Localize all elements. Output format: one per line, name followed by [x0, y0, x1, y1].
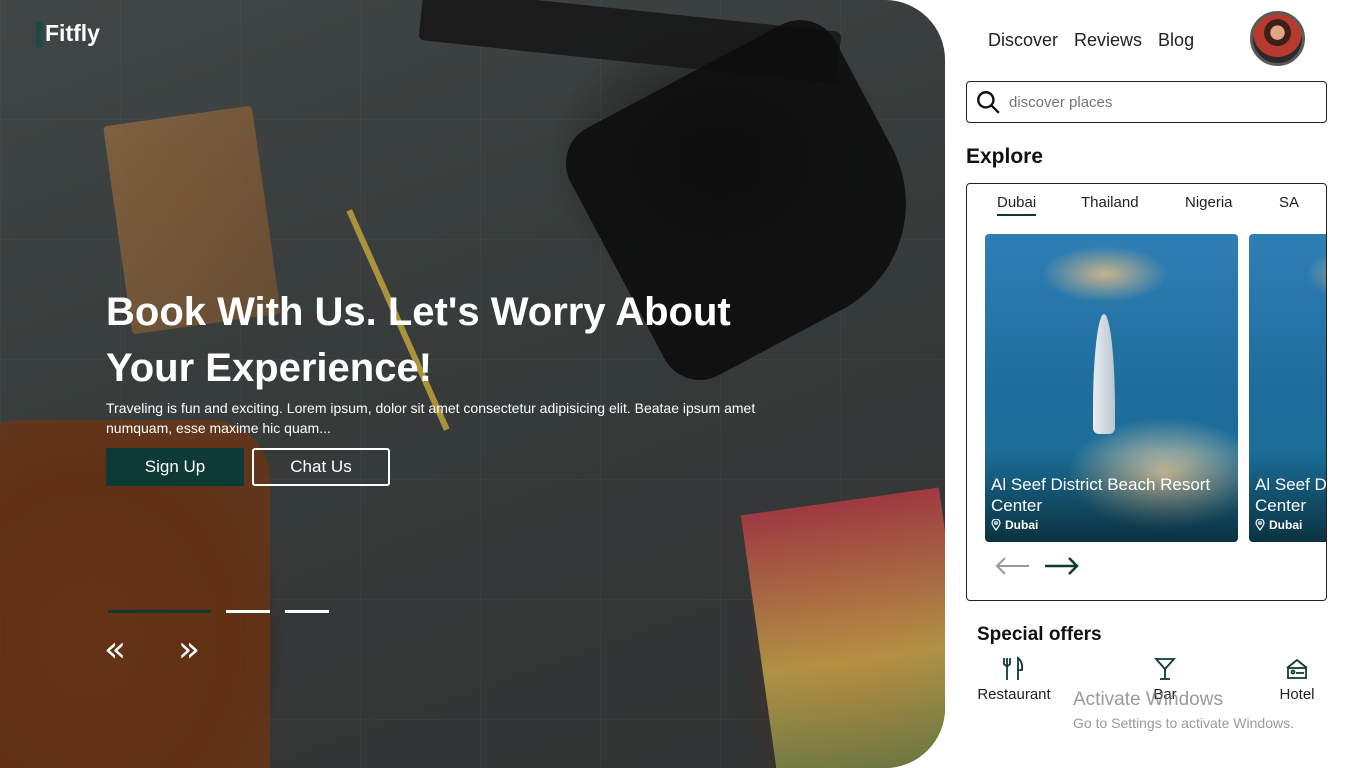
card-title: Al Seef District Beach Resort Center — [1255, 475, 1327, 515]
card-location: Dubai — [991, 518, 1238, 532]
slide-indicator[interactable] — [226, 610, 270, 613]
destination-card[interactable]: Al Seef District Beach Resort Center Dub… — [1249, 234, 1327, 542]
hero-slider-controls: « » — [104, 628, 200, 672]
sign-up-button[interactable]: Sign Up — [106, 448, 244, 486]
utensils-icon — [1003, 656, 1024, 680]
hero-title: Book With Us. Let's Worry About Your Exp… — [106, 290, 731, 390]
windows-activation-watermark: Activate Windows Go to Settings to activ… — [1073, 689, 1294, 731]
search-input[interactable] — [1009, 93, 1309, 111]
destination-card[interactable]: Al Seef District Beach Resort Center Dub… — [985, 234, 1238, 542]
tab-nigeria[interactable]: Nigeria — [1185, 194, 1233, 214]
cocktail-icon — [1153, 658, 1177, 680]
nav-reviews[interactable]: Reviews — [1074, 30, 1142, 51]
tab-dubai[interactable]: Dubai — [997, 194, 1037, 216]
special-offers-title: Special offers — [977, 624, 1102, 645]
search-bar — [966, 81, 1327, 123]
brand-logo[interactable]: Fitfly — [36, 20, 100, 47]
top-nav: Discover Reviews Blog — [988, 30, 1194, 51]
location-pin-icon — [991, 519, 1001, 531]
card-slider-controls — [995, 552, 1079, 580]
offer-restaurant[interactable]: Restaurant — [969, 656, 1059, 703]
nav-blog[interactable]: Blog — [1158, 30, 1194, 51]
card-caption: Al Seef District Beach Resort Center Dub… — [991, 474, 1238, 532]
destination-cards: Al Seef District Beach Resort Center Dub… — [985, 234, 1327, 542]
card-title: Al Seef District Beach Resort Center — [991, 475, 1211, 515]
hero-content: Book With Us. Let's Worry About Your Exp… — [106, 284, 826, 486]
avatar[interactable] — [1250, 11, 1305, 66]
offer-label: Restaurant — [977, 686, 1051, 703]
brand-name: Fitfly — [45, 20, 100, 46]
card-caption: Al Seef District Beach Resort Center Dub… — [1255, 474, 1327, 532]
card-location-label: Dubai — [1269, 518, 1303, 532]
arrow-left-icon[interactable] — [995, 552, 1031, 580]
watermark-subtitle: Go to Settings to activate Windows. — [1073, 715, 1294, 731]
hero-banner: Fitfly Book With Us. Let's Worry About Y… — [0, 0, 945, 768]
location-pin-icon — [1255, 519, 1265, 531]
explore-panel: Dubai Thailand Nigeria SA Al Seef Distri… — [966, 183, 1327, 601]
tab-thailand[interactable]: Thailand — [1081, 194, 1139, 214]
logo-mark-icon — [36, 21, 43, 47]
search-icon — [977, 91, 1000, 114]
page: Fitfly Book With Us. Let's Worry About Y… — [0, 0, 1351, 768]
nav-discover[interactable]: Discover — [988, 30, 1058, 51]
maps-image — [740, 487, 945, 768]
slide-indicator-active[interactable] — [108, 610, 211, 613]
arrow-right-icon[interactable] — [1043, 552, 1079, 580]
slide-indicators — [108, 610, 329, 613]
explore-title: Explore — [966, 145, 1044, 168]
card-location: Dubai — [1255, 518, 1326, 532]
burj-al-arab-image — [1093, 314, 1115, 434]
hero-description: Traveling is fun and exciting. Lorem ips… — [106, 400, 756, 436]
chat-us-button[interactable]: Chat Us — [252, 448, 390, 486]
prev-slide-icon[interactable]: « — [104, 628, 126, 672]
tab-sa[interactable]: SA — [1279, 194, 1299, 214]
watermark-title: Activate Windows — [1073, 689, 1223, 710]
card-location-label: Dubai — [1005, 518, 1039, 532]
bed-icon — [1286, 658, 1308, 679]
explore-tabs: Dubai Thailand Nigeria SA — [967, 194, 1326, 218]
cta-row: Sign Up Chat Us — [106, 448, 826, 486]
next-slide-icon[interactable]: » — [178, 628, 200, 672]
slide-indicator[interactable] — [285, 610, 329, 613]
